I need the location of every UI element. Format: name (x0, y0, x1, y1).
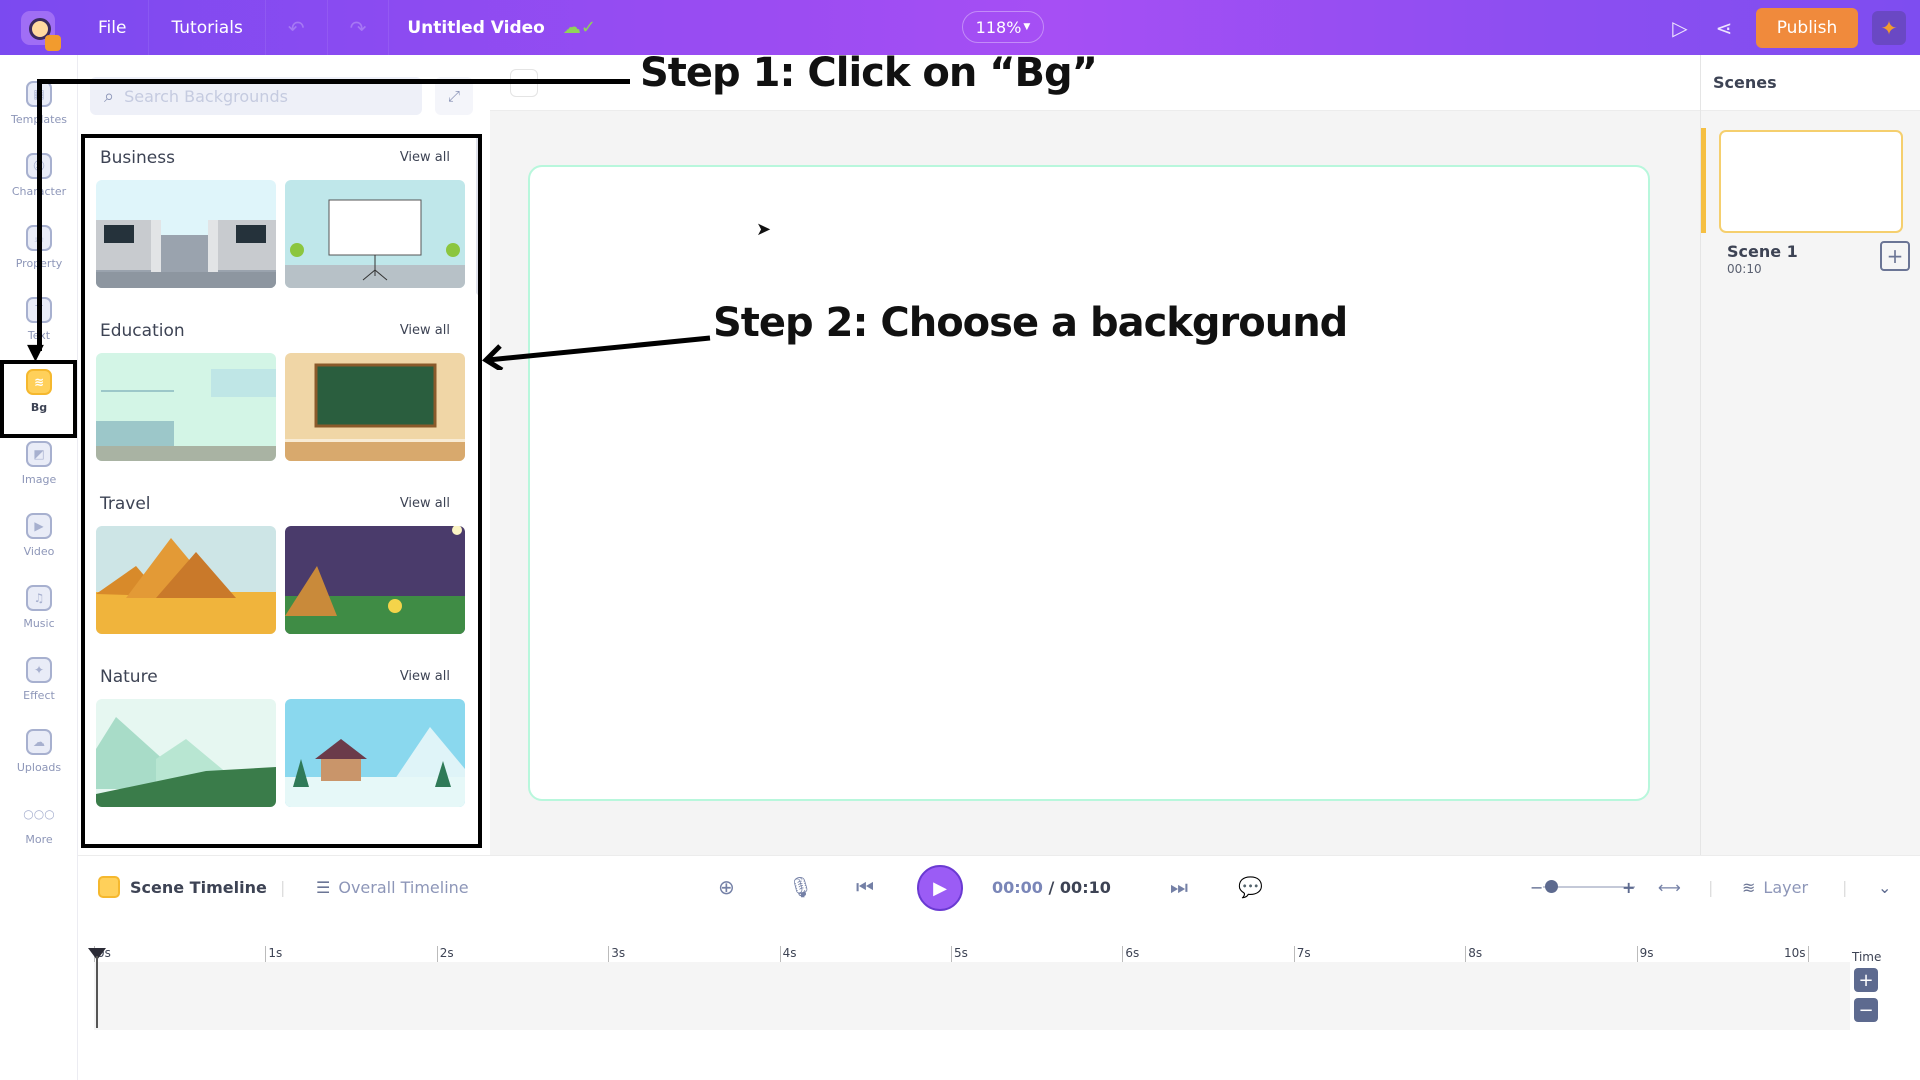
sidebar-item-label: Music (23, 616, 55, 630)
chevron-down-icon[interactable]: ⌄ (1878, 856, 1891, 918)
tab-overall-timeline[interactable]: ☰ Overall Timeline (316, 856, 469, 918)
ruler-tick-label: 9s (1636, 946, 1653, 962)
ruler-tick-label: 8s (1465, 946, 1482, 962)
sidebar-item-effect[interactable]: ✦ Effect (0, 643, 78, 715)
divider: | (280, 877, 286, 897)
slider-thumb[interactable] (1545, 880, 1558, 893)
tab-label: Overall Timeline (338, 877, 469, 897)
sidebar-item-label: More (25, 832, 53, 846)
ruler-tick-label: 4s (779, 946, 796, 962)
skip-start-icon[interactable]: ⏮ (856, 856, 874, 918)
annotation-arrow-line (37, 79, 42, 351)
layer-label: Layer (1763, 877, 1809, 897)
annotation-box-panel (81, 134, 482, 848)
app-logo[interactable] (0, 0, 76, 55)
total-time: 00:10 (1059, 877, 1111, 897)
scenes-header: Scenes (1701, 55, 1920, 111)
zoom-value: 118% (975, 17, 1022, 37)
divider: | (1842, 877, 1848, 897)
focus-target-icon[interactable]: ⊕ (718, 856, 735, 918)
undo-icon[interactable]: ↶ (266, 0, 328, 55)
scene-name: Scene 1 (1727, 242, 1798, 261)
fit-width-icon[interactable]: ⟷ (1658, 856, 1681, 918)
timeline-track[interactable] (94, 962, 1850, 1030)
video-title[interactable]: Untitled Video (389, 18, 563, 38)
cloud-check-icon: ☁✓ (562, 17, 596, 38)
play-outline-icon[interactable]: ▷ (1658, 16, 1702, 40)
sidebar-item-music[interactable]: ♫ Music (0, 571, 78, 643)
scene-canvas[interactable] (528, 165, 1650, 801)
sidebar-item-label: Effect (23, 688, 55, 702)
share-icon[interactable]: ⋖ (1702, 16, 1746, 40)
divider: | (1708, 877, 1714, 897)
scene-active-indicator (1701, 128, 1706, 233)
scene-timeline-icon (98, 876, 120, 898)
zoom-in-icon[interactable]: + (1622, 856, 1635, 918)
timeline-panel: Scene Timeline | ☰ Overall Timeline ⊕ 🎙 ⏮… (78, 855, 1920, 1080)
upload-cloud-icon: ☁ (26, 728, 52, 755)
avatar[interactable]: ✦ (1872, 10, 1906, 45)
music-icon: ♫ (26, 584, 52, 611)
ruler-tick-label: 1s (265, 946, 282, 962)
overall-timeline-icon: ☰ (316, 877, 331, 897)
ruler-tick-label: 6s (1122, 946, 1139, 962)
ruler-tick-label: 2s (436, 946, 454, 962)
annotation-box-bg (0, 360, 77, 438)
canvas-area (490, 55, 1700, 855)
more-icon: ○○○ (23, 806, 55, 821)
add-scene-button[interactable]: + (1880, 241, 1910, 271)
tab-scene-timeline[interactable]: Scene Timeline (98, 856, 267, 918)
layers-icon: ≋ (1742, 877, 1756, 897)
annotation-step1: Step 1: Click on “Bg” (640, 50, 1098, 96)
ruler-tick-label: 3s (608, 946, 625, 962)
sidebar-item-label: Video (23, 544, 55, 558)
skip-end-icon[interactable]: ⏭ (1170, 856, 1188, 918)
play-button[interactable]: ▶ (917, 865, 963, 911)
search-icon: ⌕ (104, 85, 115, 107)
menu-tutorials[interactable]: Tutorials (149, 0, 266, 55)
sidebar-item-video[interactable]: ▶ Video (0, 499, 78, 571)
time-increase-button[interactable]: + (1854, 968, 1878, 992)
ruler-tick-label: 10s (1782, 946, 1809, 962)
time-decrease-button[interactable]: − (1854, 998, 1878, 1022)
layer-button[interactable]: ≋ Layer (1742, 856, 1808, 918)
time-separator: / (1042, 877, 1060, 897)
current-time: 00:00 (992, 877, 1043, 897)
ruler-tick-label: 5s (951, 946, 968, 962)
sidebar-item-label: Uploads (16, 760, 62, 774)
effect-icon: ✦ (26, 656, 52, 683)
scene-thumbnail[interactable] (1719, 130, 1903, 233)
publish-button[interactable]: Publish (1756, 7, 1858, 48)
annotation-step2: Step 2: Choose a background (713, 300, 1348, 346)
time-display: 00:00 / 00:10 (992, 856, 1111, 918)
redo-icon[interactable]: ↷ (328, 0, 390, 55)
annotation-arrow-left-icon (482, 335, 711, 370)
zoom-dropdown[interactable]: 118% ▼ (962, 11, 1044, 43)
scene-duration: 00:10 (1727, 262, 1762, 276)
caret-down-icon: ▼ (1023, 22, 1031, 32)
sidebar-item-label: Image (21, 472, 57, 486)
time-label: Time (1852, 950, 1882, 964)
sidebar-item-more[interactable]: ○○○ More (0, 787, 78, 859)
tab-label: Scene Timeline (130, 877, 267, 897)
microphone-icon[interactable]: 🎙 (788, 856, 813, 918)
arrow-down-icon: ▼ (27, 340, 44, 365)
ruler-tick-label: 7s (1293, 946, 1311, 962)
search-placeholder: Search Backgrounds (124, 86, 288, 106)
top-bar: File Tutorials ↶ ↷ Untitled Video ☁✓ 118… (0, 0, 1920, 55)
video-icon: ▶ (26, 512, 52, 539)
playhead-line (96, 956, 98, 1028)
mouse-cursor-icon: ➤ (756, 219, 772, 240)
image-icon: ◩ (26, 440, 52, 467)
sidebar-item-uploads[interactable]: ☁ Uploads (0, 715, 78, 787)
zoom-out-icon[interactable]: − (1530, 856, 1543, 918)
annotation-arrow-line (37, 79, 630, 84)
logo-icon (21, 10, 61, 51)
scenes-panel: Scenes Scene 1 00:10 + (1700, 55, 1920, 855)
subtitle-icon[interactable]: 💬 (1238, 856, 1263, 918)
menu-file[interactable]: File (76, 0, 150, 55)
